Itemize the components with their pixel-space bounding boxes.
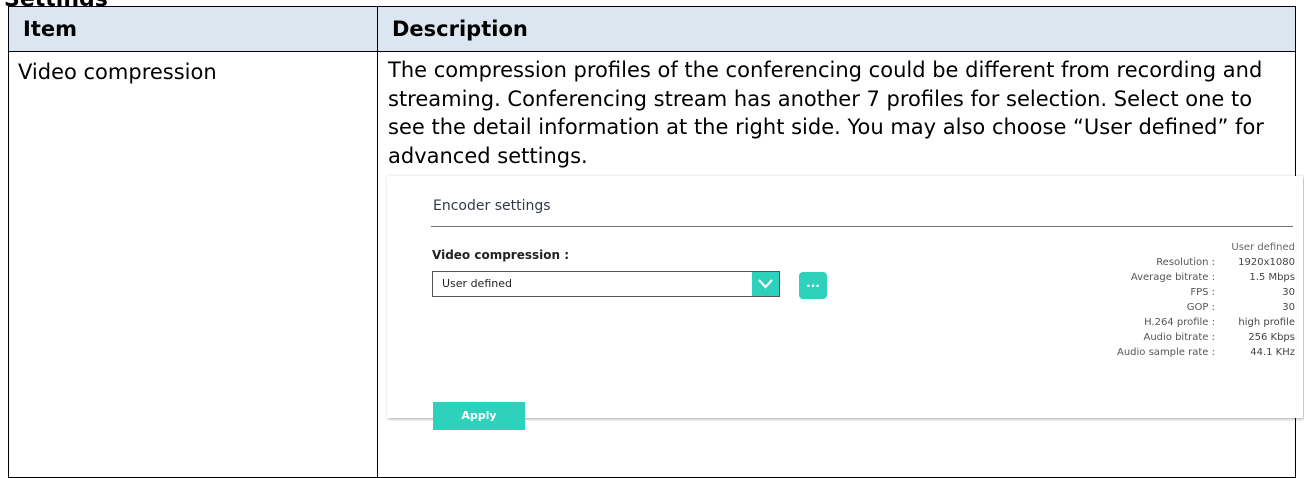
title-divider (431, 226, 1293, 228)
item-cell: Video compression (8, 51, 378, 478)
encoder-settings-title: Encoder settings (433, 198, 551, 215)
info-row: FPS : 30 (995, 285, 1295, 300)
info-label: Average bitrate : (1130, 272, 1215, 284)
info-label: Resolution : (1156, 257, 1215, 269)
selected-profile: User defined (442, 277, 512, 291)
more-settings-button[interactable]: ... (799, 272, 827, 300)
video-compression-select[interactable]: User defined (432, 271, 780, 298)
info-label: H.264 profile : (1144, 317, 1215, 329)
settings-table: Item Description Video compression The c… (8, 6, 1303, 478)
info-row: H.264 profile : high profile (995, 315, 1295, 330)
profile-info-panel: User defined Resolution :1920x1080 Averag… (995, 240, 1295, 360)
info-value: 30 (1282, 302, 1295, 314)
chevron-down-icon[interactable] (752, 272, 779, 297)
info-label: Audio bitrate : (1143, 332, 1215, 344)
table-header-row: Item Description (8, 6, 1296, 52)
video-compression-label: Video compression : (432, 248, 570, 263)
info-value: high profile (1238, 317, 1295, 329)
info-value: 44.1 KHz (1250, 347, 1295, 359)
info-row: Audio sample rate : 44.1 KHz (995, 345, 1295, 360)
header-item: Item (8, 6, 378, 52)
profile-name: User defined (1231, 242, 1295, 254)
info-row: GOP : 30 (995, 300, 1295, 315)
info-label: Audio sample rate : (1117, 347, 1215, 359)
info-value: 1920x1080 (1238, 257, 1295, 269)
header-description: Description (377, 6, 1296, 52)
info-value: 1.5 Mbps (1249, 272, 1295, 284)
table-row: Video compression The compression profil… (8, 51, 1303, 478)
info-label: GOP : (1186, 302, 1215, 314)
description-cell: The compression profiles of the conferen… (377, 51, 1303, 478)
encoder-settings-screenshot: Encoder settings Video compression : Use… (387, 176, 1303, 431)
info-label: FPS : (1190, 287, 1215, 299)
info-value: 256 Kbps (1248, 332, 1295, 344)
info-row: Average bitrate : 1.5 Mbps (995, 270, 1295, 285)
info-row: Audio bitrate : 256 Kbps (995, 330, 1295, 345)
description-text: The compression profiles of the conferen… (388, 58, 1264, 168)
info-row: Resolution : 1920x1080 (995, 255, 1295, 270)
apply-button[interactable]: Apply (433, 402, 525, 431)
info-value: 30 (1282, 287, 1295, 299)
